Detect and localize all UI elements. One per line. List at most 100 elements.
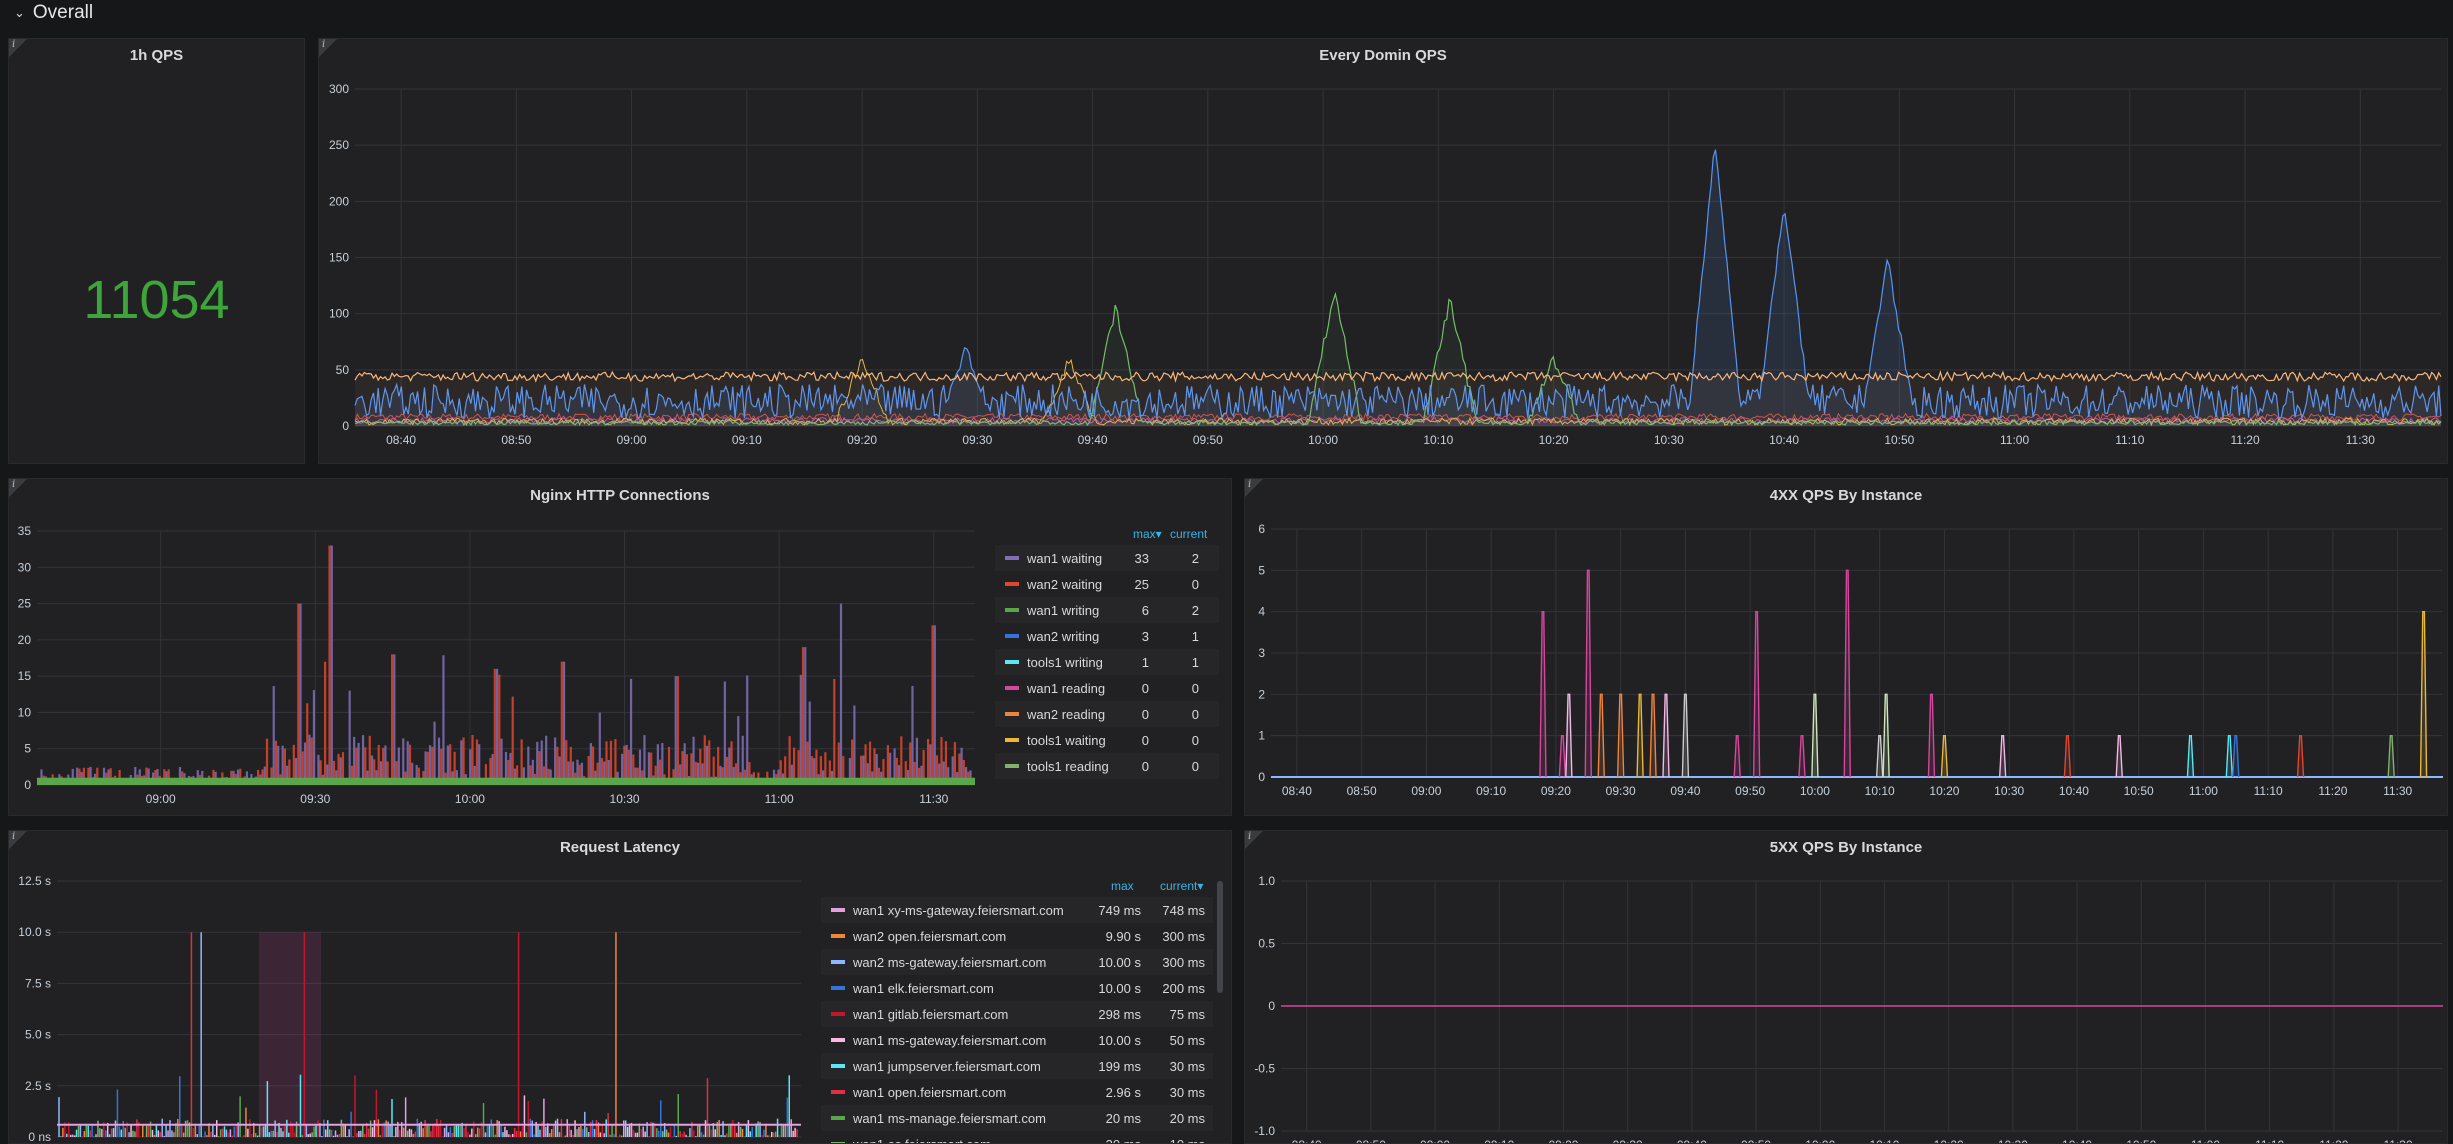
error-spike[interactable]	[1843, 569, 1851, 778]
error-spike[interactable]	[1811, 693, 1819, 778]
panel-1h-qps[interactable]: i 1h QPS 11054	[8, 38, 305, 464]
legend-item[interactable]: tools1 reading 0 0	[995, 753, 1219, 779]
error-spike[interactable]	[1662, 693, 1670, 778]
error-spike[interactable]	[1875, 734, 1884, 778]
legend-item[interactable]: wan1 elk.feiersmart.com 10.00 s 200 ms	[821, 975, 1213, 1001]
error-spike[interactable]	[1998, 734, 2007, 778]
legend-swatch[interactable]	[831, 1012, 845, 1016]
row-header-overall[interactable]: ⌄ Overall	[0, 0, 2453, 26]
legend-name: tools1 waiting	[1027, 732, 1106, 748]
legend-swatch[interactable]	[1005, 556, 1019, 560]
error-spike[interactable]	[1558, 734, 1567, 778]
legend-swatch[interactable]	[831, 908, 845, 912]
legend-swatch[interactable]	[1005, 738, 1019, 742]
chart-request-latency[interactable]: 0 ns 2.5 s 5.0 s 7.5 s 10.0 s 12.5 s	[9, 831, 819, 1143]
legend-max: 30 ms	[1106, 1137, 1141, 1144]
error-spike[interactable]	[1927, 693, 1936, 778]
legend-item[interactable]: wan1 ms-manage.feiersmart.com 20 ms 20 ms	[821, 1105, 1213, 1131]
legend-name: tools1 reading	[1027, 758, 1109, 774]
y-tick-label: 7.5 s	[25, 976, 51, 990]
legend-swatch[interactable]	[831, 1064, 845, 1068]
legend-item[interactable]: tools1 writing 1 1	[995, 649, 1219, 675]
error-spike[interactable]	[1539, 610, 1547, 778]
error-spike[interactable]	[1636, 693, 1644, 778]
legend-item[interactable]: wan2 open.feiersmart.com 9.90 s 300 ms	[821, 923, 1213, 949]
legend-item[interactable]: wan1 ms-gateway.feiersmart.com 10.00 s 50 …	[821, 1027, 1213, 1053]
legend-item[interactable]: wan1 os.feiersmart.com 30 ms 10 ms	[821, 1131, 1213, 1143]
legend-swatch[interactable]	[1005, 660, 1019, 664]
error-spike[interactable]	[2115, 734, 2123, 778]
error-spike[interactable]	[1733, 734, 1741, 778]
legend-item[interactable]: wan1 open.feiersmart.com 2.96 s 30 ms	[821, 1079, 1213, 1105]
error-spike[interactable]	[1681, 693, 1690, 778]
error-spike[interactable]	[1616, 693, 1625, 778]
error-spike[interactable]	[1649, 693, 1657, 778]
legend-item[interactable]: wan2 reading 0 0	[995, 701, 1219, 727]
chart-4xx-qps[interactable]: 0 1 2 3 4 5 6 08:40 08:50 09:00 09:10 09:20 09:30 09:…	[1245, 479, 2447, 815]
error-spike[interactable]	[1597, 693, 1605, 778]
legend-max: 20 ms	[1105, 1110, 1141, 1126]
legend-swatch[interactable]	[831, 1038, 845, 1042]
legend-swatch[interactable]	[1005, 608, 1019, 612]
error-spike[interactable]	[2387, 734, 2395, 778]
legend-item[interactable]: wan1 xy-ms-gateway.feiersmart.com 749 ms 7…	[821, 897, 1213, 923]
legend-item[interactable]: wan1 writing 6 2	[995, 597, 1219, 623]
legend-swatch[interactable]	[831, 960, 845, 964]
panel-title[interactable]: 1h QPS	[9, 47, 304, 64]
legend-latency: max current▾ wan1 xy-ms-gateway.feiersma…	[821, 879, 1217, 1143]
legend-col-current[interactable]: current	[1170, 527, 1207, 541]
error-spike[interactable]	[1752, 610, 1761, 778]
chart-every-domain-qps[interactable]: 0 50 100 150 200 250 300 08:40 08:50 09:00 09:10 09…	[319, 39, 2447, 463]
chevron-down-icon[interactable]: ⌄	[14, 5, 25, 21]
error-spike[interactable]	[2186, 734, 2195, 778]
panel-request-latency[interactable]: i Request Latency 0 ns 2.5 s 5.0 s 7.5 s 10.…	[8, 830, 1232, 1144]
error-spike[interactable]	[2225, 734, 2234, 778]
legend-name: wan1 ms-gateway.feiersmart.com	[853, 1032, 1047, 1048]
legend-scrollbar[interactable]	[1217, 881, 1223, 993]
legend-item[interactable]: wan1 reading 0 0	[995, 675, 1219, 701]
legend-item[interactable]: wan1 waiting 33 2	[995, 545, 1219, 571]
panel-every-domain-qps[interactable]: i Every Domin QPS 0 50 100 150 200 250 300 08:4…	[318, 38, 2448, 464]
legend-col-current[interactable]: current▾	[1160, 879, 1203, 893]
panel-5xx-qps[interactable]: i 5XX QPS By Instance -1.0-0.500.51.008:…	[1244, 830, 2448, 1144]
error-spike[interactable]	[1940, 734, 1949, 778]
legend-item[interactable]: wan2 writing 3 1	[995, 623, 1219, 649]
error-spike[interactable]	[1584, 569, 1592, 778]
chart-5xx-qps[interactable]: -1.0 -0.5 0 0.5 1.0 08:40 08:50 09:00 09:10 09:20…	[1245, 831, 2447, 1143]
legend-swatch[interactable]	[831, 1142, 845, 1143]
error-spike[interactable]	[2063, 734, 2072, 778]
legend-swatch[interactable]	[1005, 634, 1019, 638]
error-spike[interactable]	[1565, 693, 1573, 778]
legend-swatch[interactable]	[1005, 712, 1019, 716]
legend-max: 199 ms	[1098, 1058, 1141, 1074]
legend-item[interactable]: wan2 ms-gateway.feiersmart.com 10.00 s 300…	[821, 949, 1213, 975]
legend-current: 1	[1191, 628, 1199, 644]
legend-swatch[interactable]	[831, 986, 845, 990]
error-spike[interactable]	[1798, 734, 1806, 778]
legend-swatch[interactable]	[1005, 764, 1019, 768]
legend-swatch[interactable]	[1005, 582, 1019, 586]
legend-col-max[interactable]: max	[1111, 879, 1134, 893]
legend-swatch[interactable]	[831, 934, 845, 938]
error-spike[interactable]	[2419, 610, 2428, 778]
error-spike[interactable]	[1882, 693, 1890, 778]
x-tick-label: 11:30	[2383, 784, 2412, 798]
legend-item[interactable]: wan2 waiting 25 0	[995, 571, 1219, 597]
legend-swatch[interactable]	[1005, 686, 1019, 690]
legend-col-max[interactable]: max▾	[1133, 527, 1162, 541]
x-tick-label: 11:20	[2231, 433, 2260, 447]
error-spike[interactable]	[2296, 734, 2305, 778]
panel-nginx-connections[interactable]: i Nginx HTTP Connections 0 5 10 15 20 25 30 35 0…	[8, 478, 1232, 816]
chart-nginx-connections[interactable]: 0 5 10 15 20 25 30 35 09:00 09:30 10:00 10:30 11:00 1…	[9, 479, 989, 815]
legend-item[interactable]: tools1 waiting 0 0	[995, 727, 1219, 753]
legend-item[interactable]: wan1 jumpserver.feiersmart.com 199 ms 30 m…	[821, 1053, 1213, 1079]
legend-name: wan2 waiting	[1027, 576, 1103, 592]
panel-4xx-qps[interactable]: i 4XX QPS By Instance 0 1 2 3 4 5 6 08:40 08:50 0…	[1244, 478, 2448, 816]
legend-item[interactable]: wan1 gitlab.feiersmart.com 298 ms 75 ms	[821, 1001, 1213, 1027]
legend-swatch[interactable]	[831, 1090, 845, 1094]
x-tick-label: 09:30	[1606, 784, 1636, 798]
legend-swatch[interactable]	[831, 1116, 845, 1120]
error-spike[interactable]	[2232, 734, 2240, 778]
legend-name: wan2 open.feiersmart.com	[853, 928, 1007, 944]
y-tick-label: 0 ns	[28, 1130, 51, 1143]
